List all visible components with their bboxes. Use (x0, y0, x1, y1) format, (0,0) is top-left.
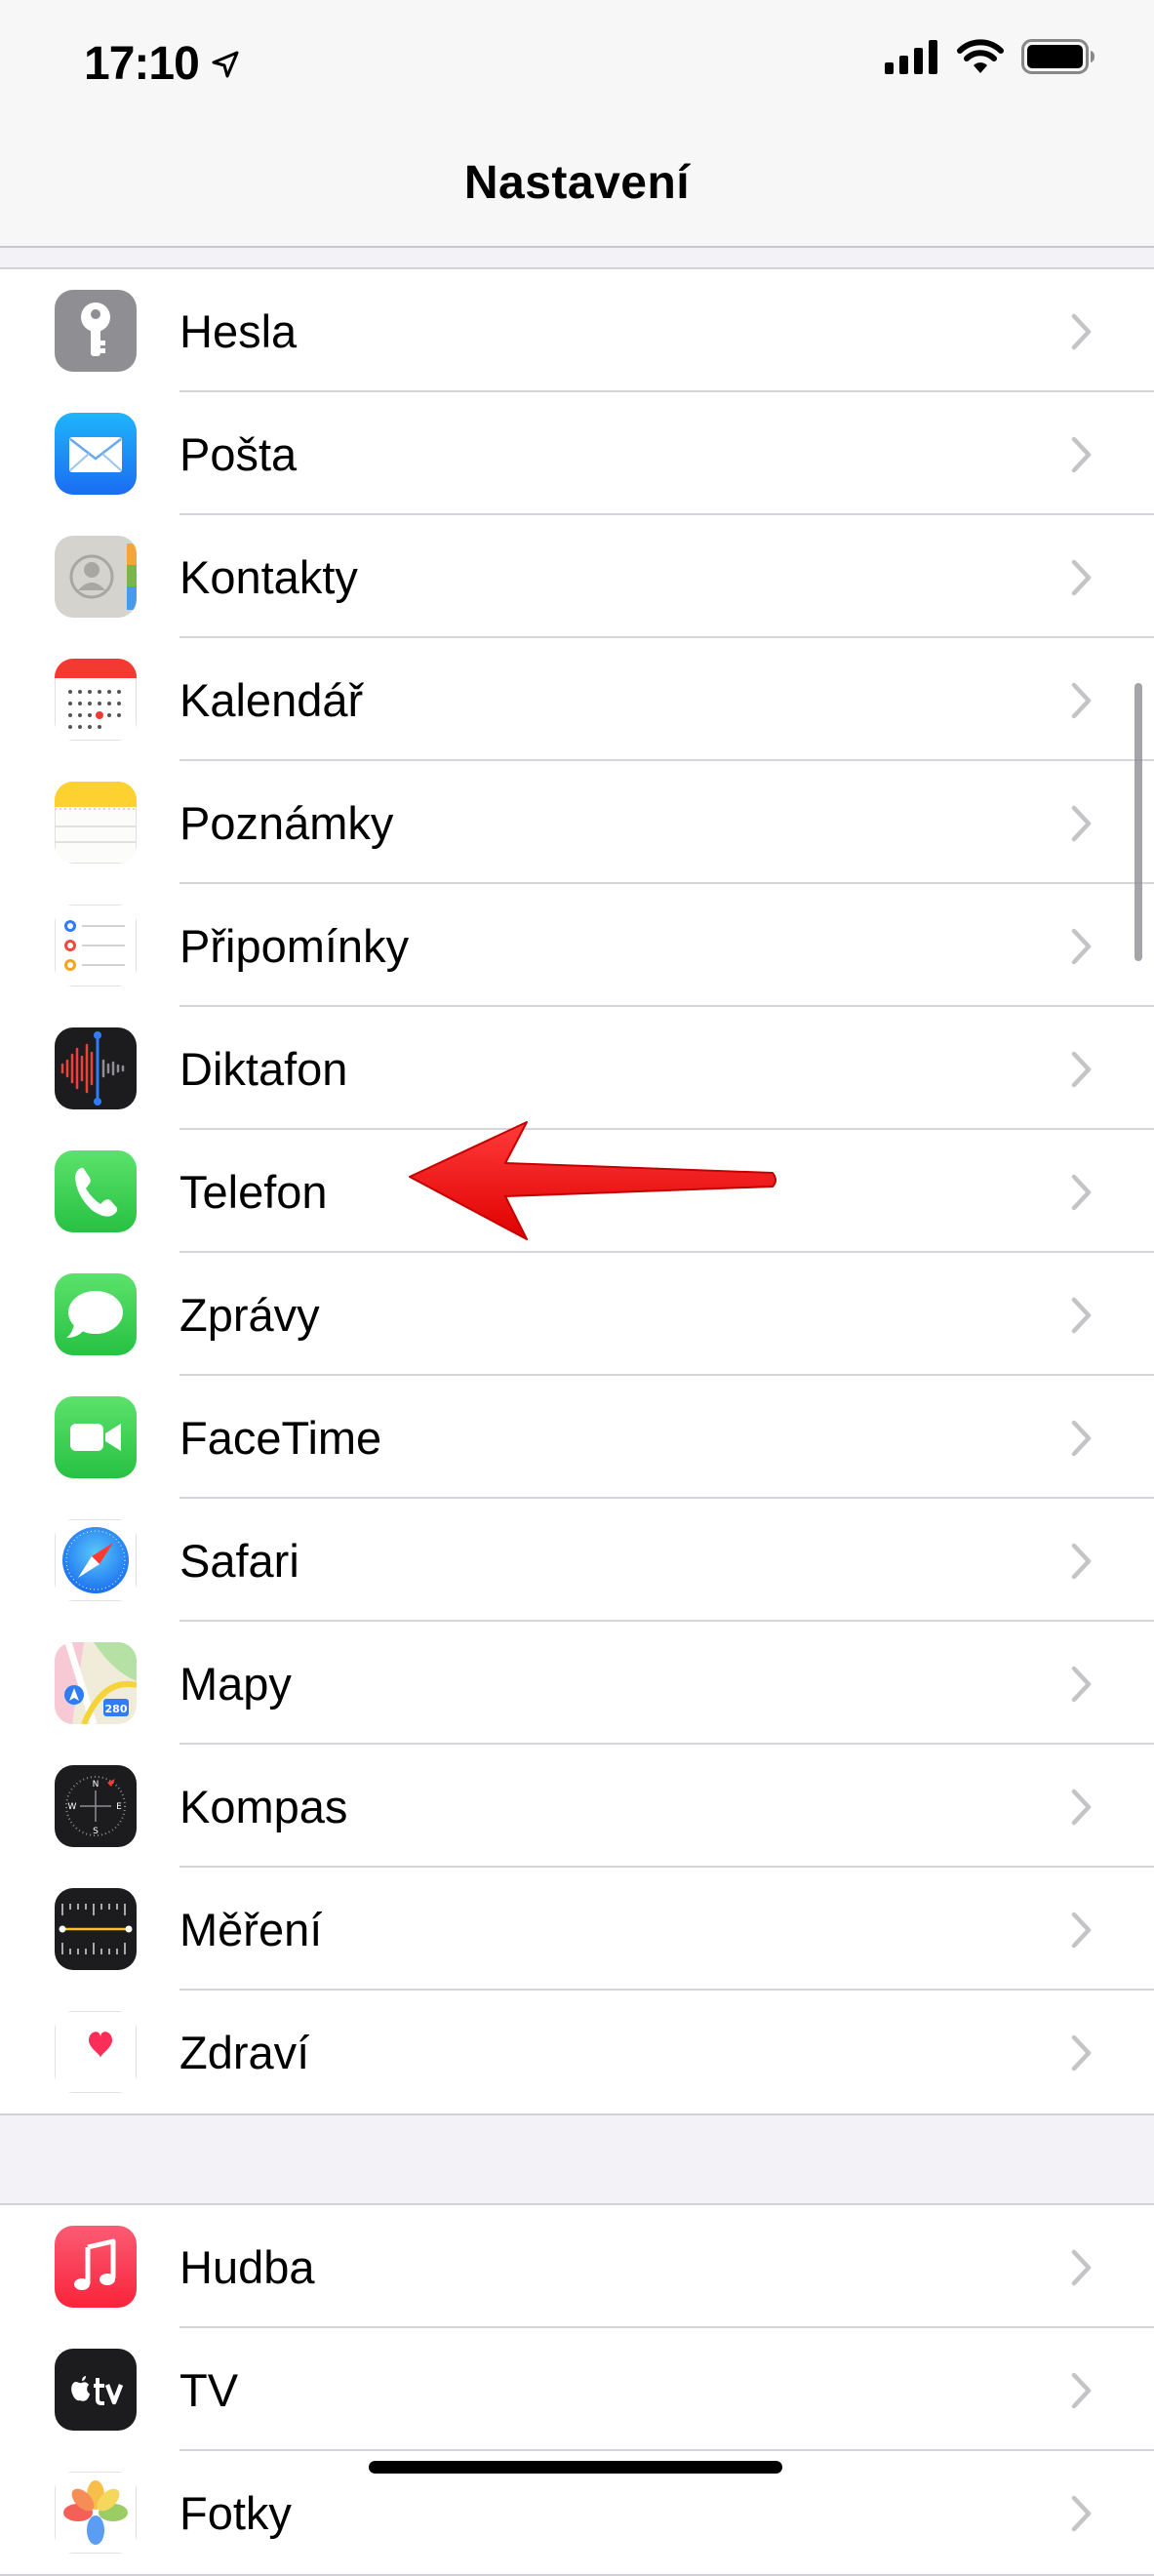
chevron-right-icon (1071, 928, 1092, 965)
chevron-right-icon (1071, 1543, 1092, 1580)
battery-icon (1021, 39, 1094, 74)
row-label: Poznámky (179, 797, 394, 849)
chevron-right-icon (1071, 805, 1092, 842)
settings-row-kompas[interactable]: N S E W Kompas (0, 1745, 1154, 1868)
row-label: Hesla (179, 305, 298, 357)
chevron-right-icon (1071, 436, 1092, 473)
status-icons (885, 39, 1095, 74)
settings-row-kontakty[interactable]: Kontakty (0, 515, 1154, 638)
photos-icon (55, 2472, 137, 2554)
svg-text:N: N (93, 1780, 99, 1790)
settings-row-zdravi[interactable]: Zdraví (0, 1991, 1154, 2113)
measure-icon (55, 1888, 137, 1970)
music-icon (55, 2226, 137, 2308)
chevron-right-icon (1071, 1174, 1092, 1211)
home-indicator[interactable] (369, 2461, 782, 2474)
row-label: Kontakty (179, 551, 358, 603)
settings-row-facetime[interactable]: FaceTime (0, 1376, 1154, 1499)
facetime-icon (55, 1396, 137, 1478)
settings-row-hudba[interactable]: Hudba (0, 2205, 1154, 2328)
settings-row-pripominky[interactable]: Připomínky (0, 884, 1154, 1007)
reminders-icon (55, 905, 137, 986)
calendar-icon (55, 659, 137, 741)
settings-row-poznamky[interactable]: Poznámky (0, 761, 1154, 884)
chevron-right-icon (1071, 1789, 1092, 1826)
row-label: Mapy (179, 1658, 292, 1710)
mail-icon (55, 413, 137, 495)
svg-text:280: 280 (105, 1703, 128, 1715)
key-icon (55, 290, 137, 372)
row-label: Připomínky (179, 920, 410, 972)
chevron-right-icon (1071, 1051, 1092, 1088)
navigation-bar: Nastavení (0, 127, 1154, 248)
chevron-right-icon (1071, 2495, 1092, 2532)
contacts-icon (55, 536, 137, 618)
chevron-right-icon (1071, 2034, 1092, 2072)
row-label: Telefon (179, 1166, 328, 1218)
row-label: Kompas (179, 1781, 348, 1832)
scroll-indicator[interactable] (1134, 683, 1142, 961)
location-arrow-icon (212, 51, 239, 77)
chevron-right-icon (1071, 1420, 1092, 1457)
tv-icon (55, 2349, 137, 2431)
settings-row-hesla[interactable]: Hesla (0, 269, 1154, 392)
settings-row-tv[interactable]: TV (0, 2328, 1154, 2451)
health-icon (55, 2011, 137, 2093)
time-text: 17:10 (84, 38, 200, 90)
row-label: FaceTime (179, 1412, 382, 1464)
svg-text:W: W (68, 1802, 77, 1812)
safari-icon (55, 1519, 137, 1601)
chevron-right-icon (1071, 313, 1092, 350)
row-label: TV (179, 2364, 239, 2416)
maps-icon: 280 (55, 1642, 137, 1724)
chevron-right-icon (1071, 682, 1092, 719)
page-title: Nastavení (463, 157, 691, 209)
row-label: Hudba (179, 2241, 315, 2293)
phone-icon (55, 1150, 137, 1232)
notes-icon (55, 782, 137, 864)
svg-text:E: E (116, 1802, 122, 1812)
settings-row-mereni[interactable]: Měření (0, 1868, 1154, 1991)
chevron-right-icon (1071, 559, 1092, 596)
row-label: Zdraví (179, 2027, 310, 2078)
wifi-icon (957, 39, 1004, 73)
red-arrow-icon (409, 1121, 776, 1240)
settings-row-posta[interactable]: Pošta (0, 392, 1154, 515)
chevron-right-icon (1071, 1912, 1092, 1949)
messages-icon (55, 1273, 137, 1355)
row-label: Zprávy (179, 1289, 320, 1341)
compass-icon: N S E W (55, 1765, 137, 1847)
chevron-right-icon (1071, 1297, 1092, 1334)
row-label: Měření (179, 1904, 323, 1955)
row-label: Diktafon (179, 1043, 348, 1095)
cellular-signal-icon (885, 40, 937, 74)
status-bar: 17:10 (0, 0, 1154, 127)
chevron-right-icon (1071, 2249, 1092, 2286)
chevron-right-icon (1071, 2372, 1092, 2409)
settings-row-mapy[interactable]: 280 Mapy (0, 1622, 1154, 1745)
settings-row-kalendar[interactable]: Kalendář (0, 638, 1154, 761)
settings-row-zpravy[interactable]: Zprávy (0, 1253, 1154, 1376)
settings-group-media: Hudba TV Fotky (0, 2203, 1154, 2576)
row-label: Kalendář (179, 674, 364, 726)
voice-memos-icon (55, 1027, 137, 1109)
settings-row-safari[interactable]: Safari (0, 1499, 1154, 1622)
row-label: Fotky (179, 2487, 292, 2539)
row-label: Pošta (179, 428, 298, 480)
row-label: Safari (179, 1535, 299, 1587)
chevron-right-icon (1071, 1666, 1092, 1703)
status-time: 17:10 (84, 37, 240, 91)
svg-text:S: S (93, 1827, 99, 1836)
